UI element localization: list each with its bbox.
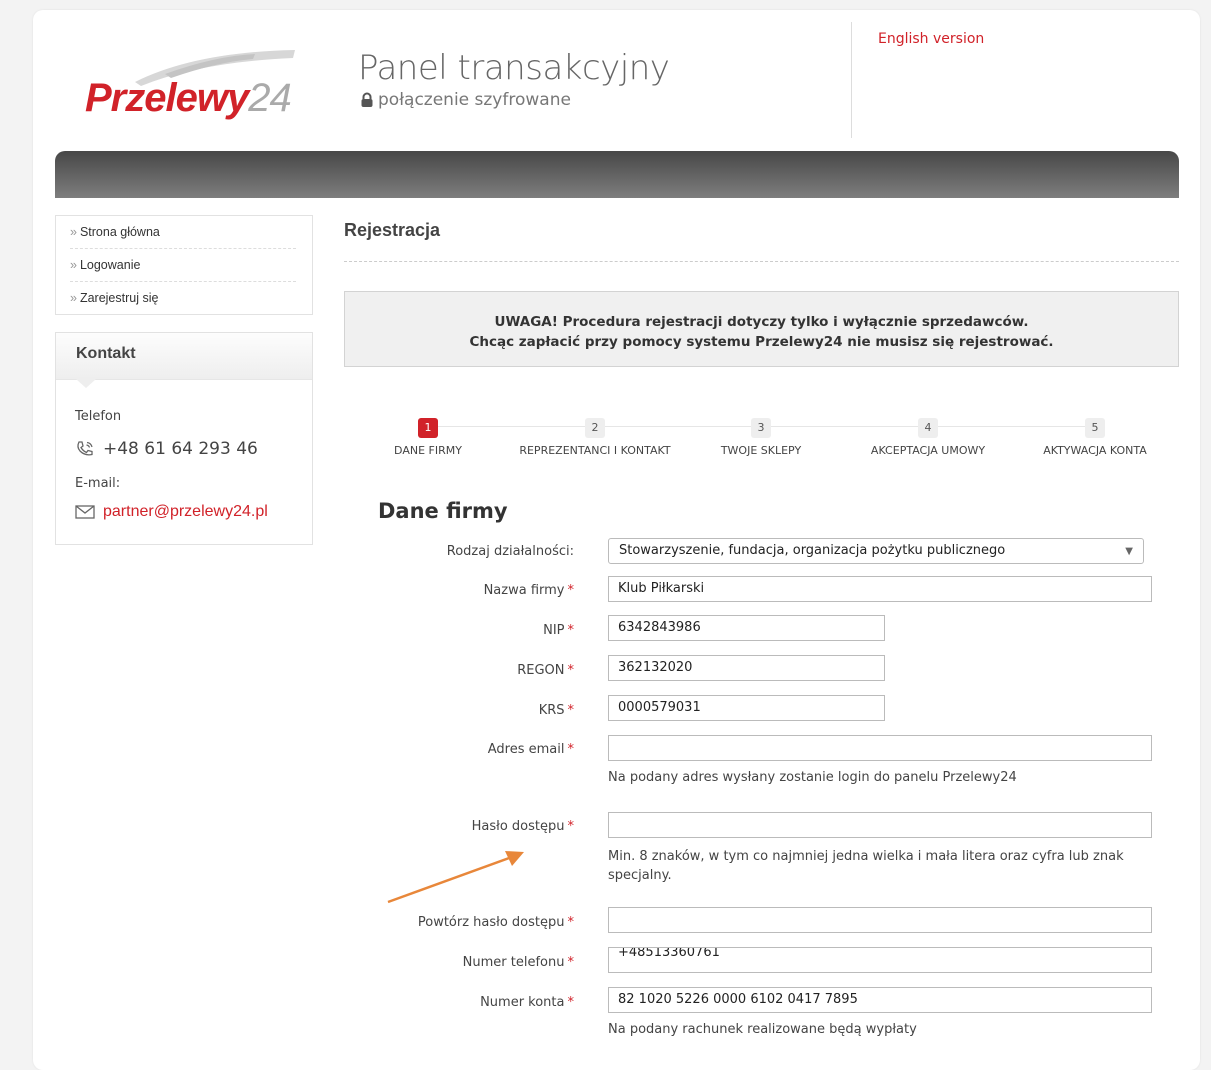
contact-header-notch	[76, 379, 96, 388]
chevron-right-icon: »	[70, 225, 77, 239]
secure-connection-note: połączenie szyfrowane	[360, 90, 571, 110]
sidebar-nav: » Strona główna » Logowanie » Zarejestru…	[55, 215, 313, 315]
step-5: 5 AKTYWACJA KONTA	[1005, 416, 1185, 457]
secure-connection-text: połączenie szyfrowane	[378, 90, 571, 110]
envelope-icon	[75, 505, 95, 519]
notice-line-2: Chcąc zapłacić przy pomocy systemu Przel…	[469, 334, 1054, 350]
email-field[interactable]	[608, 735, 1152, 761]
header-divider	[851, 22, 852, 138]
sidebar-item-login[interactable]: » Logowanie	[70, 249, 296, 282]
contact-phone: +48 61 64 293 46	[75, 439, 258, 459]
password-hint: Min. 8 znaków, w tym co najmniej jedna w…	[608, 849, 1124, 883]
step-label: DANE FIRMY	[394, 444, 462, 457]
password-repeat-field[interactable]	[608, 907, 1152, 933]
title-divider	[344, 261, 1179, 262]
step-label: REPREZENTANCI I KONTAKT	[519, 444, 671, 457]
krs-input[interactable]: 0000579031	[608, 695, 885, 721]
sidebar-item-home[interactable]: » Strona główna	[70, 216, 296, 249]
regon-input[interactable]: 362132020	[608, 655, 885, 681]
step-number: 4	[918, 418, 938, 438]
logo-text: Przelewy24	[85, 76, 292, 120]
step-label: AKCEPTACJA UMOWY	[870, 444, 986, 457]
step-number: 5	[1085, 418, 1105, 438]
lock-icon	[361, 92, 373, 107]
chevron-right-icon: »	[70, 291, 77, 305]
email-hint: Na podany adres wysłany zostanie login d…	[608, 770, 1017, 785]
company-name-input[interactable]: Klub Piłkarski	[608, 576, 1152, 602]
contact-email[interactable]: partner@przelewy24.pl	[75, 503, 268, 521]
step-3: 3 TWOJE SKLEPY	[671, 416, 851, 457]
chevron-right-icon: »	[70, 258, 77, 272]
chevron-down-icon: ▼	[1125, 546, 1133, 557]
step-label: TWOJE SKLEPY	[720, 444, 802, 457]
contact-header: Kontakt	[56, 333, 312, 380]
email-field-label: Adres email *	[487, 742, 574, 757]
page-container: Przelewy24 Panel transakcyjny połączenie…	[33, 10, 1200, 1070]
phone-number-value: +48513360761	[618, 947, 720, 960]
sidebar-item-label: Logowanie	[79, 258, 141, 272]
password-repeat-label: Powtórz hasło dostępu *	[417, 915, 574, 930]
contact-box: Kontakt Telefon +48 61 64 293 46 E-mail:…	[55, 332, 313, 545]
sidebar-item-label: Zarejestruj się	[79, 291, 159, 305]
regon-label: REGON *	[517, 663, 574, 678]
password-field[interactable]	[608, 812, 1152, 838]
nip-input[interactable]: 6342843986	[608, 615, 885, 641]
krs-label: KRS *	[538, 703, 574, 718]
panel-title: Panel transakcyjny	[358, 48, 670, 88]
step-4: 4 AKCEPTACJA UMOWY	[838, 416, 1018, 457]
przelewy24-logo[interactable]: Przelewy24	[85, 50, 325, 130]
sidebar-item-register[interactable]: » Zarejestruj się	[70, 282, 296, 314]
step-number: 3	[751, 418, 771, 438]
account-hint: Na podany rachunek realizowane będą wypł…	[608, 1022, 917, 1037]
phone-label: Telefon	[75, 409, 122, 424]
account-number-input[interactable]: 82 1020 5226 0000 6102 0417 7895	[608, 987, 1152, 1013]
nip-label: NIP *	[543, 623, 574, 638]
activity-type-select[interactable]: Stowarzyszenie, fundacja, organizacja po…	[608, 538, 1144, 564]
sidebar-item-label: Strona główna	[79, 225, 160, 239]
email-address-link[interactable]: partner@przelewy24.pl	[103, 503, 268, 521]
step-label: AKTYWACJA KONTA	[1043, 444, 1147, 457]
phone-number-input[interactable]: +48513360761	[608, 947, 1152, 973]
email-label: E-mail:	[75, 476, 121, 491]
phone-number: +48 61 64 293 46	[103, 439, 258, 459]
password-label: Hasło dostępu *	[471, 819, 574, 834]
step-number: 1	[418, 418, 438, 438]
notice-line-1: UWAGA! Procedura rejestracji dotyczy tyl…	[494, 314, 1029, 330]
page-title: Rejestracja	[344, 220, 441, 240]
activity-type-label: Rodzaj działalności:	[446, 544, 574, 559]
phone-icon	[77, 441, 93, 456]
english-version-link[interactable]: English version	[878, 31, 984, 47]
account-number-label: Numer konta *	[480, 995, 574, 1010]
form-title: Dane firmy	[378, 499, 508, 523]
company-name-label: Nazwa firmy *	[483, 583, 574, 598]
step-1: 1 DANE FIRMY	[338, 416, 518, 457]
activity-type-value: Stowarzyszenie, fundacja, organizacja po…	[619, 543, 1006, 558]
step-number: 2	[585, 418, 605, 438]
step-2: 2 REPREZENTANCI I KONTAKT	[505, 416, 685, 457]
top-navigation-bar	[55, 151, 1179, 198]
registration-notice: UWAGA! Procedura rejestracji dotyczy tyl…	[344, 291, 1179, 367]
contact-title: Kontakt	[76, 345, 136, 362]
phone-number-label: Numer telefonu *	[462, 955, 574, 970]
